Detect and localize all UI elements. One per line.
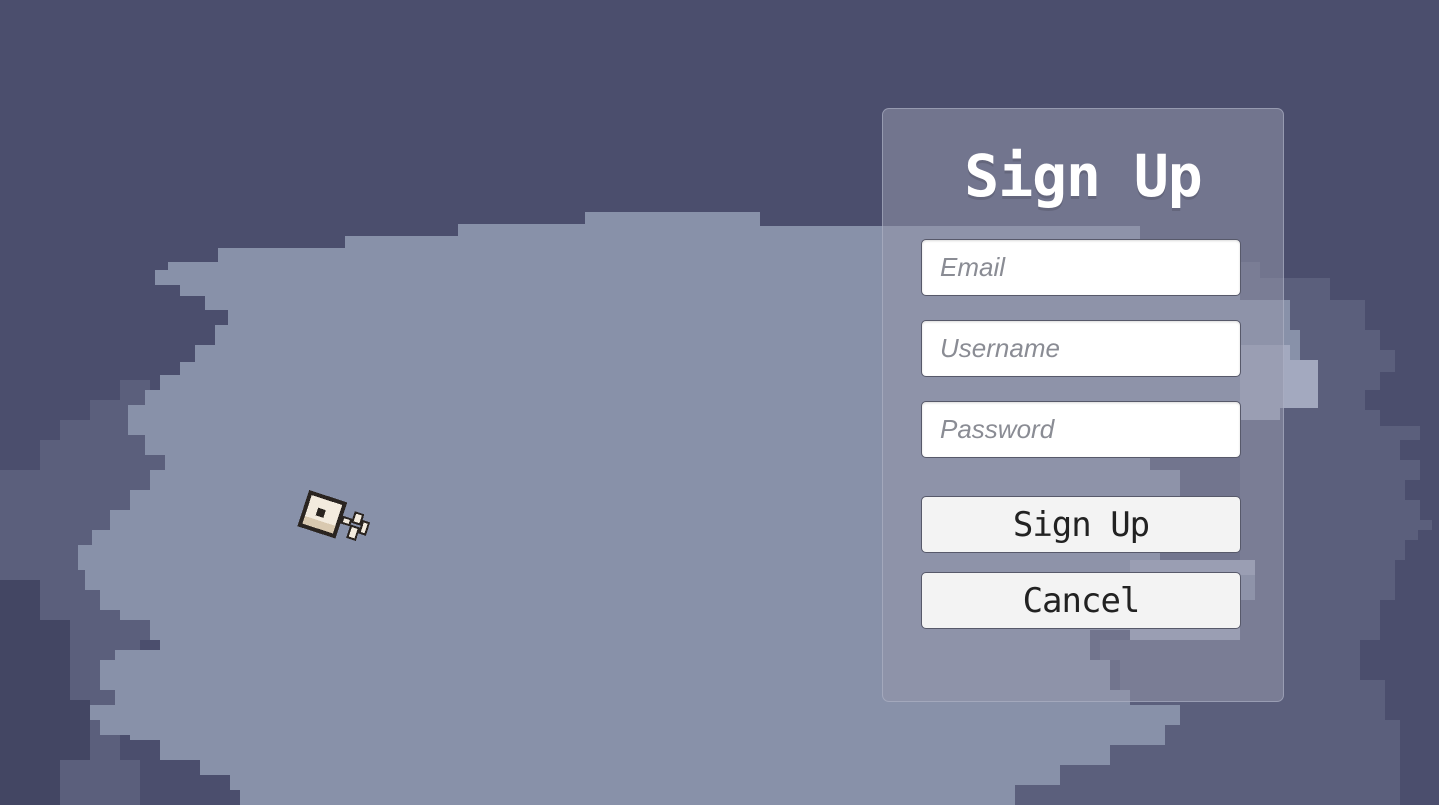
sign-up-button[interactable]: Sign Up: [921, 496, 1241, 553]
password-field[interactable]: [921, 401, 1241, 458]
cancel-button[interactable]: Cancel: [921, 572, 1241, 629]
sign-up-button-label: Sign Up: [1012, 504, 1150, 545]
email-field[interactable]: [921, 239, 1241, 296]
pixel-dog-icon: [297, 490, 371, 541]
username-field[interactable]: [921, 320, 1241, 377]
signup-panel: Sign Up Sign Up Cancel: [882, 108, 1284, 702]
cancel-button-label: Cancel: [1022, 580, 1141, 621]
signup-title: Sign Up: [964, 142, 1202, 210]
